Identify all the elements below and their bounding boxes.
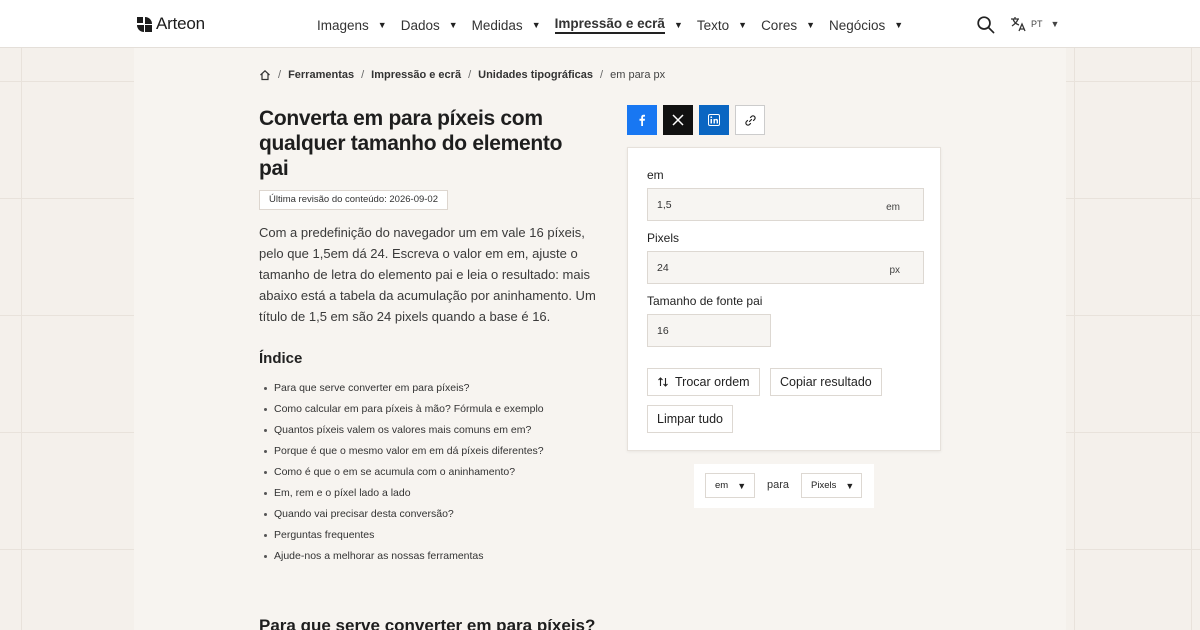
em-field-unit: em [886,202,900,213]
toc-item[interactable]: Perguntas frequentes [264,525,544,546]
copy-result-label: Copiar resultado [780,375,872,389]
swap-order-button[interactable]: Trocar ordem [647,368,760,396]
share-facebook-button[interactable] [627,105,657,135]
share-linkedin-button[interactable] [699,105,729,135]
parent-font-size-field[interactable]: 16 [647,314,771,347]
main-nav: Imagens ▼ Dados ▼ Medidas ▼ Impressão e ecr… [317,16,917,34]
copy-link-button[interactable] [735,105,765,135]
linkedin-icon [708,114,720,126]
translate-icon [1011,17,1026,32]
language-code: PT [1031,19,1043,29]
nav-item-texto[interactable]: Texto ▼ [697,16,747,34]
swap-order-label: Trocar ordem [675,375,750,389]
breadcrumb-separator: / [278,69,282,81]
breadcrumb-current: em para px [610,69,666,81]
toc-title: Índice [259,350,303,367]
nav-item-label: Medidas [471,17,523,33]
home-icon[interactable] [259,69,271,81]
toc-item[interactable]: Quando vai precisar desta conversão? [264,504,544,525]
pixels-field-unit: px [889,265,900,276]
nav-item-imagens[interactable]: Imagens ▼ [317,16,387,34]
swap-icon [658,377,668,387]
caret-down-icon: ▼ [673,20,683,30]
x-icon [672,114,684,126]
nav-item-label: Cores [761,17,798,33]
caret-down-icon: ▼ [448,20,458,30]
logo-mark-icon [137,16,152,32]
caret-down-icon: ▼ [806,20,815,30]
link-icon [744,114,756,126]
caret-down-icon: ▼ [1050,19,1060,29]
to-unit-value: Pixels [811,480,837,491]
parent-font-size-label: Tamanho de fonte pai [647,294,763,308]
copy-result-button[interactable]: Copiar resultado [770,368,882,396]
brand-logo[interactable]: Arteon [137,14,205,34]
toc-item[interactable]: Quantos píxeis valem os valores mais com… [264,420,544,441]
breadcrumb-separator: / [468,69,472,81]
search-icon[interactable] [976,15,995,34]
toc-item[interactable]: Ajude-nos a melhorar as nossas ferrament… [264,546,544,567]
breadcrumb-separator: / [361,69,365,81]
nav-item-label: Negócios [829,17,886,33]
caret-down-icon: ▼ [377,20,387,30]
toc-item[interactable]: Em, rem e o píxel lado a lado [264,483,544,504]
em-field-label: em [647,168,664,182]
selector-connector: para [767,479,790,491]
nav-item-label: Texto [696,17,730,33]
intro-paragraph: Com a predefinição do navegador um em va… [259,225,596,324]
converter-card: em 1,5 em Pixels 24 px Tamanho de fonte … [627,147,941,451]
toc-item[interactable]: Como calcular em para píxeis à mão? Fórm… [264,399,544,420]
nav-item-label: Dados [400,17,440,33]
toc-item[interactable]: Porque é que o mesmo valor em em dá píxe… [264,441,544,462]
caret-down-icon: ▼ [894,20,904,30]
nav-item-impressao-e-ecra[interactable]: Impressão e ecrã ▼ [554,16,683,34]
nav-item-medidas[interactable]: Medidas ▼ [472,16,541,34]
caret-down-icon: ▼ [737,480,747,491]
section-heading: Para que serve converter em para píxeis? [259,616,596,630]
nav-item-dados[interactable]: Dados ▼ [401,16,458,34]
pixels-field-value: 24 [657,262,669,274]
pixels-field[interactable]: 24 px [647,251,924,284]
share-buttons [627,105,765,135]
nav-item-negocios[interactable]: Negócios ▼ [829,16,903,34]
brand-name: Arteon [156,14,205,33]
toc-item[interactable]: Para que serve converter em para píxeis? [264,378,544,399]
clear-all-label: Limpar tudo [657,412,724,426]
em-field[interactable]: 1,5 em [647,188,924,221]
breadcrumb-link-unidades-tipograficas[interactable]: Unidades tipográficas [478,69,593,81]
toc-item[interactable]: Como é que o em se acumula com o aninham… [264,462,544,483]
caret-down-icon: ▼ [531,20,541,30]
nav-item-label: Impressão e ecrã [554,16,665,34]
clear-all-button[interactable]: Limpar tudo [647,405,734,433]
to-unit-select[interactable]: Pixels ▼ [801,473,862,498]
from-unit-value: em [715,480,729,491]
top-navigation-bar: Arteon Imagens ▼ Dados ▼ Medidas ▼ Impressã… [0,0,1200,48]
facebook-icon [639,114,645,126]
table-of-contents: Para que serve converter em para píxeis?… [264,378,544,567]
from-unit-select[interactable]: em ▼ [705,473,755,498]
share-x-button[interactable] [663,105,693,135]
revision-badge: Última revisão do conteúdo: 2026-09-02 [259,190,448,210]
breadcrumb-separator: / [600,69,604,81]
nav-item-label: Imagens [317,17,369,33]
parent-font-size-value: 16 [657,325,669,337]
language-selector[interactable]: PT ▼ [1010,16,1059,32]
page-title: Converta em para píxeis com qualquer tam… [259,107,563,180]
nav-item-cores[interactable]: Cores ▼ [761,16,815,34]
breadcrumb-link-ferramentas[interactable]: Ferramentas [288,69,354,81]
caret-down-icon: ▼ [845,480,855,491]
em-field-value: 1,5 [657,199,672,211]
breadcrumb-link-impressao-e-ecra[interactable]: Impressão e ecrã [371,69,461,81]
caret-down-icon: ▼ [738,20,748,30]
unit-selector-strip: em ▼ para Pixels ▼ [694,464,874,508]
breadcrumb: / Ferramentas / Impressão e ecrã / Unida… [259,69,665,81]
pixels-field-label: Pixels [647,231,680,245]
